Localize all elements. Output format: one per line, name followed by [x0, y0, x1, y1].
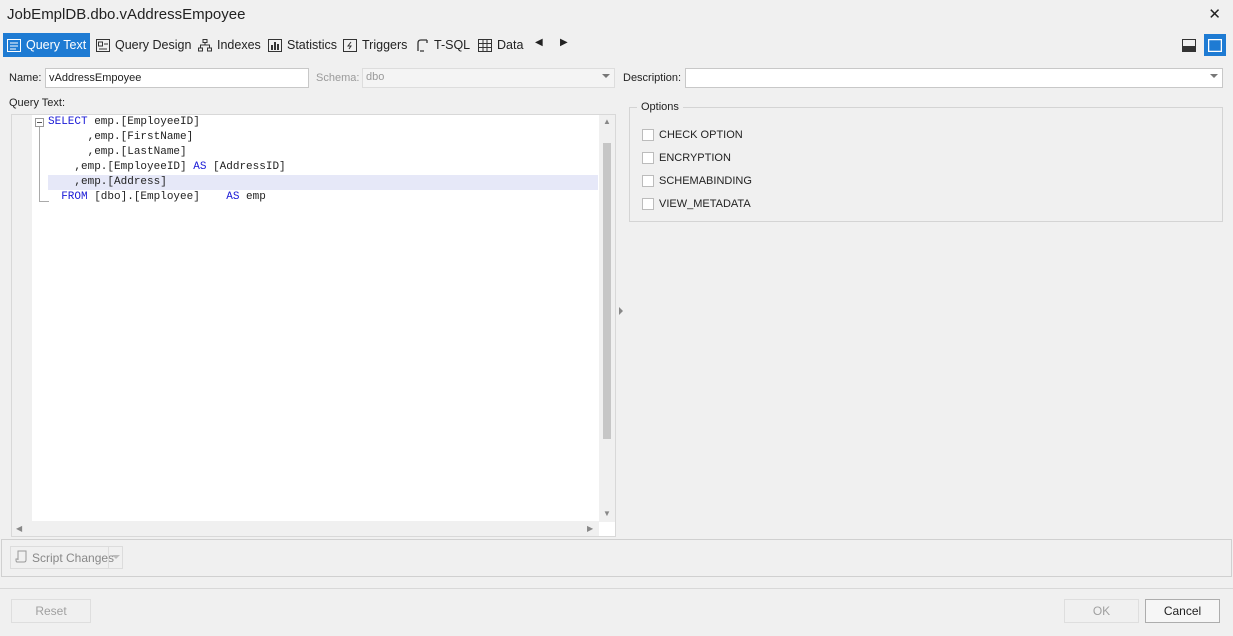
encryption-checkbox[interactable]: ENCRYPTION — [642, 151, 731, 165]
horizontal-scrollbar[interactable]: ◀ ▶ — [12, 521, 599, 536]
tab-triggers[interactable]: Triggers — [339, 33, 411, 57]
script-panel — [1, 539, 1232, 577]
query-design-icon — [96, 38, 110, 52]
triggers-icon — [343, 38, 357, 52]
splitter-expand-icon[interactable] — [619, 307, 623, 315]
options-title: Options — [637, 101, 683, 113]
fold-guide — [39, 127, 40, 202]
script-changes-button[interactable]: Script Changes — [10, 546, 123, 569]
name-input[interactable] — [45, 68, 309, 88]
schema-label: Schema: — [316, 72, 360, 84]
tab-label: Data — [497, 38, 524, 52]
scroll-up-icon[interactable]: ▲ — [603, 117, 611, 126]
checkbox-box[interactable] — [642, 152, 654, 164]
checkbox-label: ENCRYPTION — [659, 152, 731, 164]
ok-button[interactable]: OK — [1064, 599, 1139, 623]
close-icon[interactable]: ✕ — [1208, 5, 1221, 23]
description-label: Description: — [623, 72, 682, 84]
cancel-button[interactable]: Cancel — [1145, 599, 1220, 623]
t-sql-icon — [415, 38, 429, 52]
code-line: ,emp.[LastName] — [48, 146, 187, 158]
tab-label: Statistics — [287, 38, 338, 52]
reset-button[interactable]: Reset — [11, 599, 91, 623]
tab-t-sql[interactable]: T-SQL — [411, 33, 474, 57]
checkbox-box[interactable] — [642, 198, 654, 210]
view-metadata-checkbox[interactable]: VIEW_METADATA — [642, 197, 751, 211]
vertical-scrollbar[interactable]: ▲ ▼ — [599, 115, 615, 522]
scrollbar-thumb[interactable] — [603, 143, 611, 439]
chevron-right-icon[interactable]: ▶ — [560, 37, 568, 48]
footer-divider — [0, 588, 1233, 589]
tab-label: Indexes — [217, 38, 261, 52]
scroll-down-icon[interactable]: ▼ — [603, 509, 611, 518]
title-bar: JobEmplDB.dbo.vAddressEmpoyee ✕ — [0, 0, 1233, 30]
single-panel-icon[interactable] — [1204, 34, 1226, 56]
script-changes-label: Script Changes — [32, 550, 115, 565]
scroll-left-icon[interactable]: ◀ — [16, 524, 22, 533]
statistics-icon — [268, 38, 282, 52]
code-line: FROM [dbo].[Employee] AS emp — [48, 191, 266, 203]
code-line: ,emp.[FirstName] — [48, 131, 194, 143]
checkbox-label: SCHEMABINDING — [659, 175, 752, 187]
toolbar: Query Text Query Design Indexes Statisti… — [0, 32, 1233, 58]
data-grid-icon — [478, 38, 492, 52]
chevron-down-icon — [602, 74, 610, 78]
script-icon — [15, 550, 28, 566]
description-select[interactable] — [685, 68, 1223, 88]
check-option-checkbox[interactable]: CHECK OPTION — [642, 128, 743, 142]
checkbox-box[interactable] — [642, 129, 654, 141]
checkbox-label: VIEW_METADATA — [659, 198, 751, 210]
code-line: SELECT emp.[EmployeeID] — [48, 116, 200, 128]
tab-statistics[interactable]: Statistics — [264, 33, 341, 57]
name-label: Name: — [9, 72, 42, 84]
chevron-down-icon[interactable] — [108, 547, 122, 568]
tab-label: Query Text — [26, 38, 87, 52]
code-line: ,emp.[EmployeeID] AS [AddressID] — [48, 161, 286, 173]
schemabinding-checkbox[interactable]: SCHEMABINDING — [642, 174, 752, 188]
chevron-down-icon — [1210, 74, 1218, 78]
line-gutter — [12, 115, 32, 522]
schema-value: dbo — [366, 71, 385, 83]
tab-query-design[interactable]: Query Design — [92, 33, 195, 57]
query-text-icon — [7, 38, 21, 52]
schema-select[interactable]: dbo — [362, 68, 615, 88]
tab-query-text[interactable]: Query Text — [3, 33, 91, 57]
code-area[interactable]: SELECT emp.[EmployeeID] ,emp.[FirstName]… — [32, 115, 599, 522]
tab-label: Query Design — [115, 38, 192, 52]
indexes-icon — [198, 38, 212, 52]
chevron-left-icon[interactable]: ◀ — [535, 37, 543, 48]
checkbox-label: CHECK OPTION — [659, 129, 743, 141]
fold-collapse-icon[interactable] — [35, 118, 44, 127]
tab-indexes[interactable]: Indexes — [194, 33, 265, 57]
tab-label: Triggers — [362, 38, 408, 52]
window-title: JobEmplDB.dbo.vAddressEmpoyee — [7, 6, 246, 23]
query-text-label: Query Text: — [9, 97, 66, 109]
sql-editor[interactable]: SELECT emp.[EmployeeID] ,emp.[FirstName]… — [11, 114, 616, 537]
tab-label: T-SQL — [434, 38, 471, 52]
checkbox-box[interactable] — [642, 175, 654, 187]
horizontal-split-icon[interactable] — [1178, 34, 1200, 56]
scroll-right-icon[interactable]: ▶ — [587, 524, 593, 533]
code-line: ,emp.[Address] — [48, 176, 167, 188]
tab-data[interactable]: Data — [474, 33, 527, 57]
